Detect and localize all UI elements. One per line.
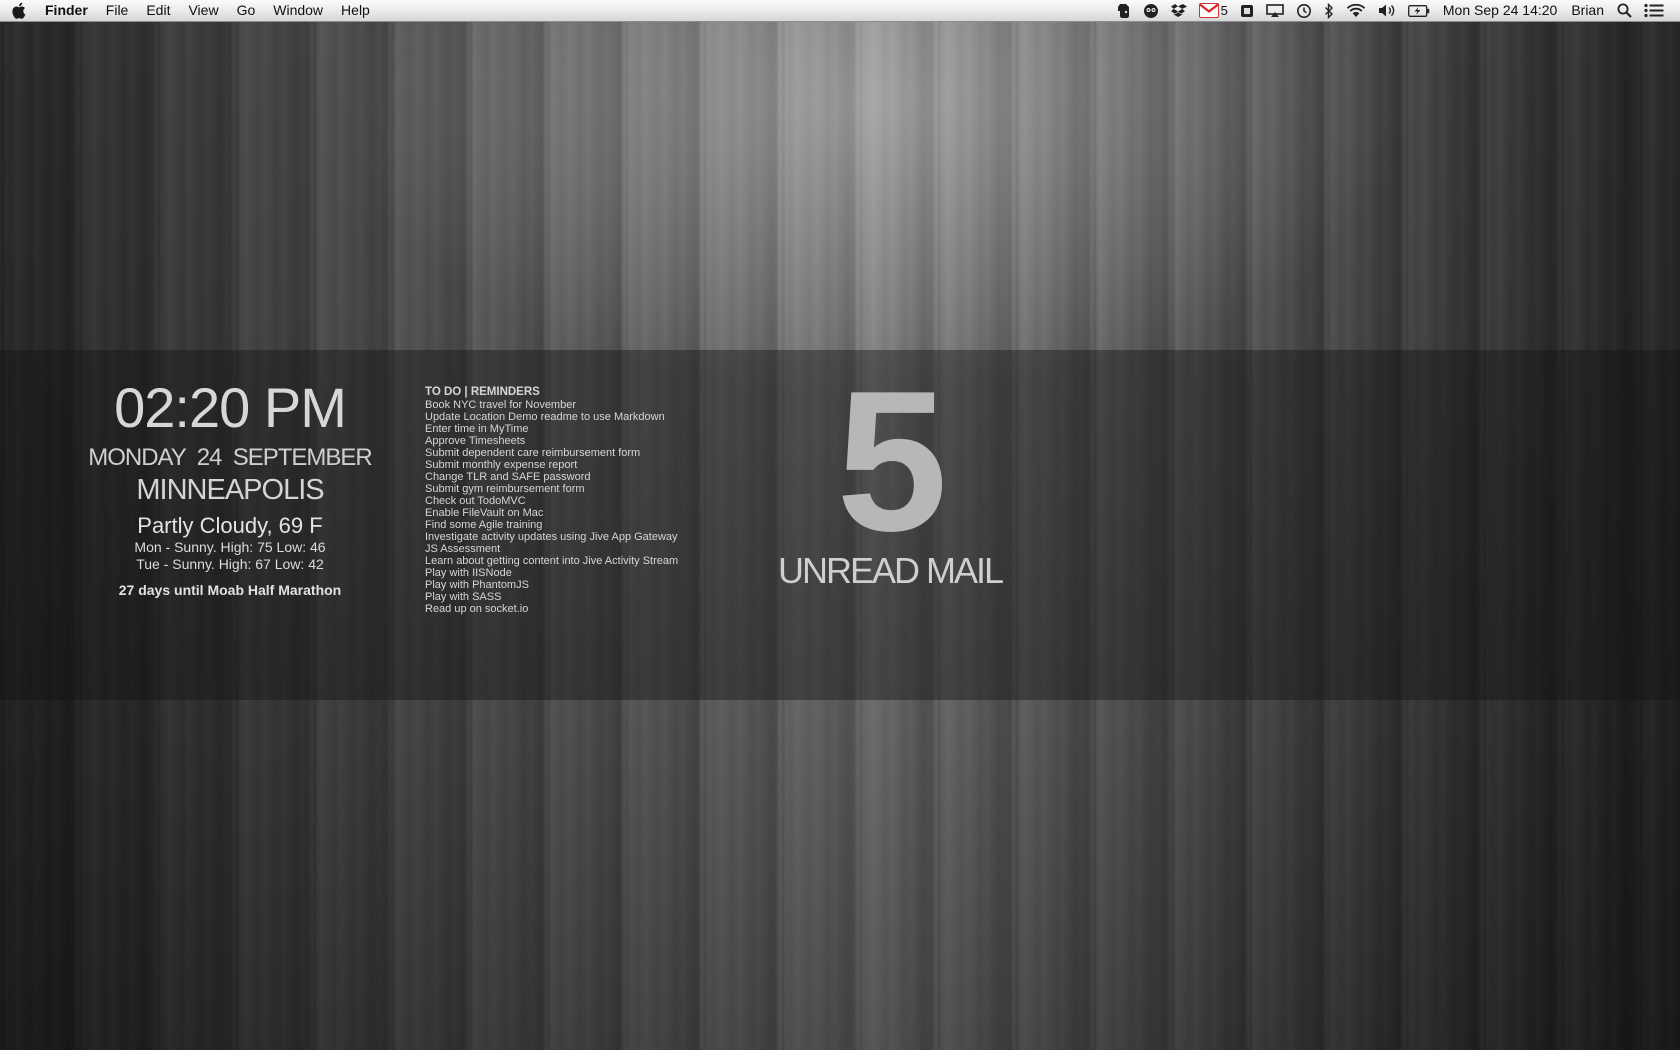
todo-item: Find some Agile training: [425, 519, 543, 531]
todo-item: Enter time in MyTime: [425, 423, 529, 435]
unread-mail-count: 5: [836, 350, 947, 573]
menu-go[interactable]: Go: [228, 0, 265, 21]
wifi-icon[interactable]: [1346, 0, 1366, 21]
todo-item: Play with PhantomJS: [425, 579, 529, 591]
todo-reminders-widget: TO DO | REMINDERS Book NYC travel for No…: [425, 386, 678, 615]
menu-finder[interactable]: Finder: [36, 0, 97, 21]
user-menu[interactable]: Brian: [1571, 0, 1604, 21]
menu-bar: Finder File Edit View Go Window Help 5 M…: [0, 0, 1680, 22]
weather-current: Partly Cloudy, 69 F: [137, 513, 323, 538]
clock-weather-widget: 02:20 PM MONDAY 24 SEPTEMBER MINNEAPOLIS…: [50, 376, 410, 599]
spotlight-search-icon[interactable]: [1617, 0, 1632, 21]
forecast-day-2: Tue - Sunny. High: 67 Low: 42: [136, 556, 324, 572]
menubar-clock[interactable]: Mon Sep 24 14:20: [1443, 0, 1557, 21]
dropbox-icon[interactable]: [1170, 0, 1187, 21]
todo-list: Book NYC travel for November Update Locat…: [425, 399, 678, 615]
menu-window[interactable]: Window: [264, 0, 332, 21]
app-menu-extra-icon[interactable]: [1240, 0, 1254, 21]
evernote-icon[interactable]: [1117, 0, 1131, 21]
airplay-icon[interactable]: [1266, 0, 1284, 21]
todo-item: JS Assessment: [425, 543, 501, 555]
gmail-notifier-icon[interactable]: 5: [1198, 0, 1228, 21]
todo-item: Submit monthly expense report: [425, 459, 578, 471]
todo-item: Submit dependent care reimbursement form: [425, 447, 641, 459]
todo-item: Investigate activity updates using Jive …: [425, 531, 678, 543]
battery-icon[interactable]: [1407, 0, 1430, 21]
todo-item: Enable FileVault on Mac: [425, 507, 544, 519]
todo-item: Learn about getting content into Jive Ac…: [425, 555, 679, 567]
todo-item: Read up on socket.io: [425, 603, 529, 615]
todo-item: Approve Timesheets: [425, 435, 526, 447]
todo-item: Play with SASS: [425, 591, 502, 603]
apple-menu-icon[interactable]: [0, 2, 36, 19]
forecast-day-1: Mon - Sunny. High: 75 Low: 46: [134, 539, 326, 555]
todo-item: Update Location Demo readme to use Markd…: [425, 411, 665, 423]
volume-icon[interactable]: [1378, 0, 1396, 21]
event-countdown: 27 days until Moab Half Marathon: [118, 582, 342, 598]
desktop-widget-band: 02:20 PM MONDAY 24 SEPTEMBER MINNEAPOLIS…: [0, 350, 1680, 700]
unread-mail-widget: 5 UNREAD MAIL: [760, 350, 1020, 592]
menu-file[interactable]: File: [97, 0, 138, 21]
todo-item: Book NYC travel for November: [425, 399, 576, 411]
todo-item: Check out TodoMVC: [425, 495, 526, 507]
menu-edit[interactable]: Edit: [137, 0, 179, 21]
time-machine-icon[interactable]: [1296, 0, 1312, 21]
unread-mail-label: UNREAD MAIL: [777, 550, 1004, 591]
clock-date: MONDAY 24 SEPTEMBER: [88, 444, 373, 471]
todo-item: Submit gym reimbursement form: [425, 483, 585, 495]
menu-help[interactable]: Help: [332, 0, 379, 21]
menu-view[interactable]: View: [179, 0, 227, 21]
todo-item: Play with IISNode: [425, 567, 512, 579]
gmail-unread-count: 5: [1220, 3, 1228, 18]
weather-city: MINNEAPOLIS: [136, 474, 324, 506]
growl-icon[interactable]: [1143, 0, 1159, 21]
todo-item: Change TLR and SAFE password: [425, 471, 591, 483]
bluetooth-icon[interactable]: [1324, 0, 1334, 21]
clock-time: 02:20 PM: [114, 376, 347, 439]
notification-center-icon[interactable]: [1644, 0, 1664, 21]
todo-title: TO DO | REMINDERS: [425, 386, 540, 398]
